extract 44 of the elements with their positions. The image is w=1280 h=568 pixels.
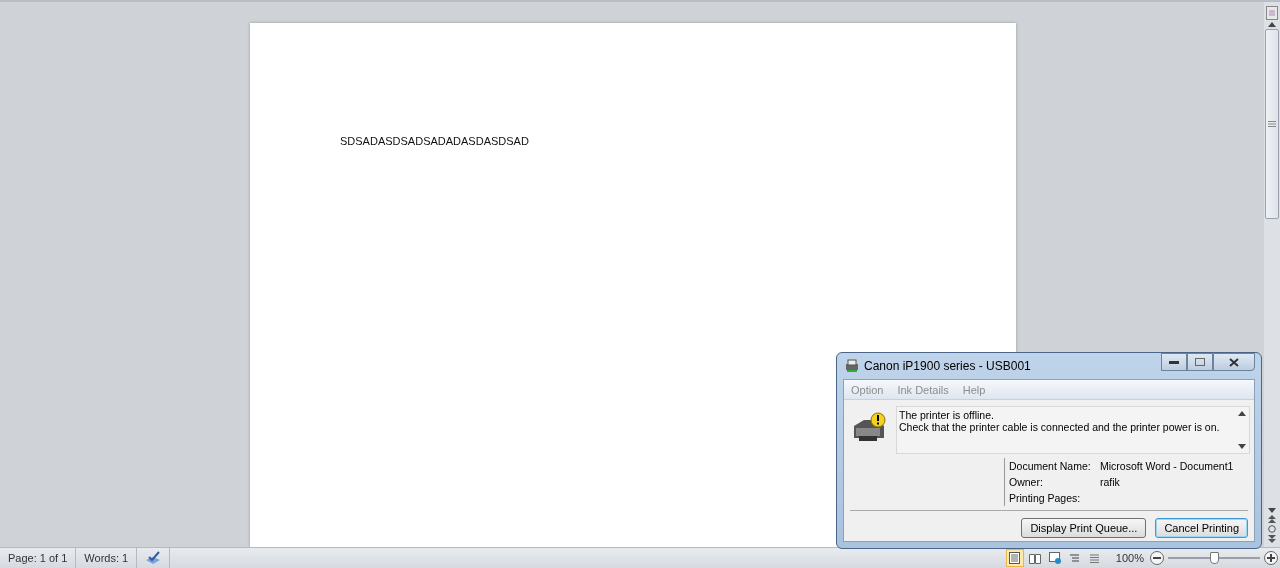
browse-object-icon[interactable]: [1268, 525, 1276, 533]
zoom-level[interactable]: 100%: [1115, 552, 1144, 564]
status-message: The printer is offline.: [899, 409, 995, 421]
minimize-button[interactable]: [1161, 353, 1187, 371]
plus-icon: [1267, 554, 1275, 562]
print-layout-icon: [1009, 552, 1021, 564]
draft-icon: [1089, 552, 1101, 564]
detail-value: Microsoft Word - Document1: [1100, 460, 1235, 472]
close-button[interactable]: [1213, 353, 1255, 371]
view-button[interactable]: [1005, 549, 1024, 567]
detail-label: Owner:: [1009, 476, 1044, 488]
scrollbar-thumb[interactable]: [1265, 29, 1279, 219]
close-icon: [1229, 357, 1239, 367]
document-text: SDSADASDSADSADADASDASDSAD: [340, 135, 529, 147]
printer-icon: [845, 359, 859, 373]
detail-label: Document Name:: [1009, 460, 1092, 472]
maximize-icon: [1195, 358, 1205, 366]
minus-icon: [1153, 557, 1161, 559]
previous-page-icon[interactable]: [1268, 515, 1276, 523]
page-count[interactable]: Page: 1 of 1: [0, 548, 77, 568]
next-page-icon[interactable]: [1268, 535, 1276, 543]
scroll-up-icon[interactable]: [1268, 22, 1276, 27]
zoom-slider-thumb[interactable]: [1210, 552, 1219, 564]
web-layout-icon: [1048, 552, 1061, 564]
detail-value: rafik: [1100, 476, 1121, 488]
zoom-in-button[interactable]: [1264, 551, 1278, 565]
status-message: Check that the printer cable is connected and the printer power is on.: [899, 421, 1221, 433]
ruler-toggle-icon[interactable]: [1266, 6, 1278, 20]
scroll-up-icon[interactable]: [1238, 411, 1246, 416]
detail-label: Printing Pages:: [1009, 492, 1082, 504]
minimize-icon: [1169, 360, 1179, 364]
dialog-button[interactable]: Display Print Queue...: [1021, 518, 1147, 538]
window-title: Canon iP1900 series - USB001: [864, 359, 1032, 373]
printer-warning-icon: [852, 412, 886, 444]
scroll-down-icon[interactable]: [1238, 444, 1246, 449]
book-icon: [1028, 552, 1041, 564]
outline-icon: [1069, 552, 1081, 564]
grip-icon: [1268, 121, 1276, 127]
word-count[interactable]: Words: 1: [76, 548, 138, 568]
dialog-button[interactable]: Cancel Printing: [1155, 518, 1248, 538]
zoom-out-button[interactable]: [1150, 551, 1164, 565]
scroll-down-icon[interactable]: [1268, 508, 1276, 513]
proofing-check-icon[interactable]: [145, 551, 162, 565]
maximize-button[interactable]: [1187, 353, 1213, 371]
